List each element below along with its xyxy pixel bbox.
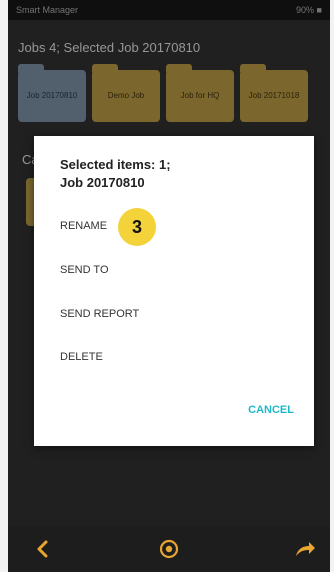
dialog-title-line-1: Selected items: 1; [60, 157, 171, 172]
menu-item-delete[interactable]: DELETE [60, 351, 103, 363]
menu-item-send-report[interactable]: SEND REPORT [60, 308, 139, 320]
circle-target-icon[interactable] [156, 536, 182, 562]
bottom-nav-bar [8, 526, 330, 572]
job-actions-dialog: Selected items: 1; Job 20170810 RENAME S… [34, 136, 314, 446]
menu-item-rename[interactable]: RENAME [60, 220, 107, 232]
cancel-button[interactable]: CANCEL [248, 404, 294, 416]
chevron-left-icon[interactable] [30, 536, 56, 562]
dialog-title-line-2: Job 20170810 [60, 174, 145, 190]
step-number-badge: 3 [118, 208, 156, 246]
menu-item-send-to[interactable]: SEND TO [60, 264, 109, 276]
share-arrow-icon[interactable] [292, 536, 318, 562]
dialog-title: Selected items: 1; Job 20170810 [60, 156, 260, 191]
